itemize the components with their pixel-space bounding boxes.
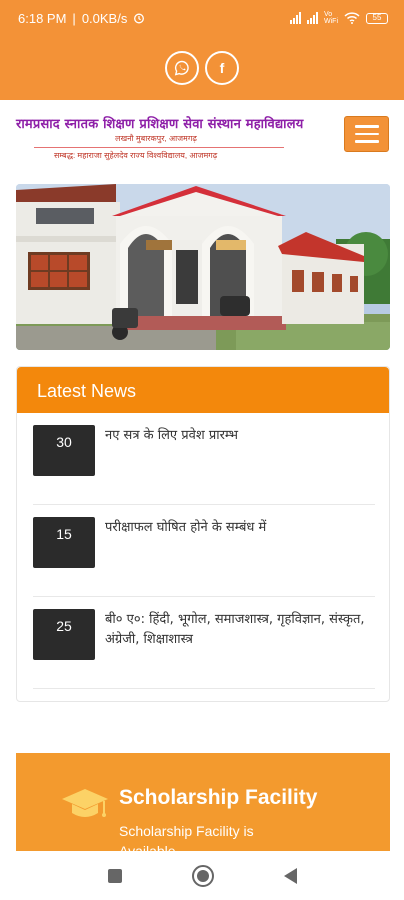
status-right: Vo WiFi 55 [290,11,388,25]
alarm-icon [134,13,145,24]
system-nav-bar [0,851,404,900]
scholarship-title: Scholarship Facility [119,786,318,809]
college-logo[interactable]: रामप्रसाद स्नातक शिक्षण प्रशिक्षण सेवा स… [16,114,304,161]
college-name: रामप्रसाद स्नातक शिक्षण प्रशिक्षण सेवा स… [16,117,304,132]
hamburger-menu-icon [354,125,379,128]
news-date: 25 [33,609,95,660]
wifi-icon [344,12,360,24]
battery-icon: 55 [366,12,388,24]
whatsapp-button[interactable] [165,51,199,85]
facebook-button[interactable]: f [205,51,239,85]
facebook-icon: f [219,60,225,76]
latest-news-heading: Latest News [17,367,389,413]
college-address: लखनौ मुबारकपुर, आजमगढ़ [115,134,197,143]
news-item[interactable]: 25 बी० ए०: हिंदी, भूगोल, समाजशास्त्र, गृ… [33,597,375,689]
home-button[interactable] [191,864,214,887]
news-text[interactable]: नए सत्र के लिए प्रवेश प्रारम्भ [105,426,375,446]
volte-icon: Vo WiFi [324,11,338,25]
site-header: रामप्रसाद स्नातक शिक्षण प्रशिक्षण सेवा स… [0,100,404,172]
news-item[interactable]: 30 नए सत्र के लिए प्रवेश प्रारम्भ [33,413,375,505]
news-date: 30 [33,425,95,476]
news-text[interactable]: परीक्षाफल घोषित होने के सम्बंध में [105,518,375,538]
latest-news-card: Latest News 30 नए सत्र के लिए प्रवेश प्र… [16,366,390,702]
graduation-cap-icon [62,789,108,817]
home-icon [196,869,209,882]
signal-icon [290,12,301,24]
college-building-image [16,184,390,350]
back-button[interactable] [283,867,297,884]
news-text[interactable]: बी० ए०: हिंदी, भूगोल, समाजशास्त्र, गृहवि… [105,610,375,650]
status-speed: 0.0KB/s [81,10,128,26]
college-affiliation: सम्बद्ध: महाराजा सुहेलदेव राज्य विश्वविद… [34,147,284,161]
recents-button[interactable] [107,868,122,883]
status-bar: 6:18 PM | 0.0KB/s Vo WiFi 55 [0,0,404,36]
news-item[interactable]: 15 परीक्षाफल घोषित होने के सम्बंध में [33,505,375,597]
social-bar: f [0,36,404,100]
whatsapp-icon [174,60,189,76]
status-left: 6:18 PM | 0.0KB/s [18,11,145,26]
hamburger-menu-button[interactable] [344,116,389,152]
signal-icon-2 [307,12,318,24]
building-illustration [16,184,390,350]
news-date: 15 [33,517,95,568]
status-separator: | [72,10,76,26]
status-time: 6:18 PM [18,10,67,26]
